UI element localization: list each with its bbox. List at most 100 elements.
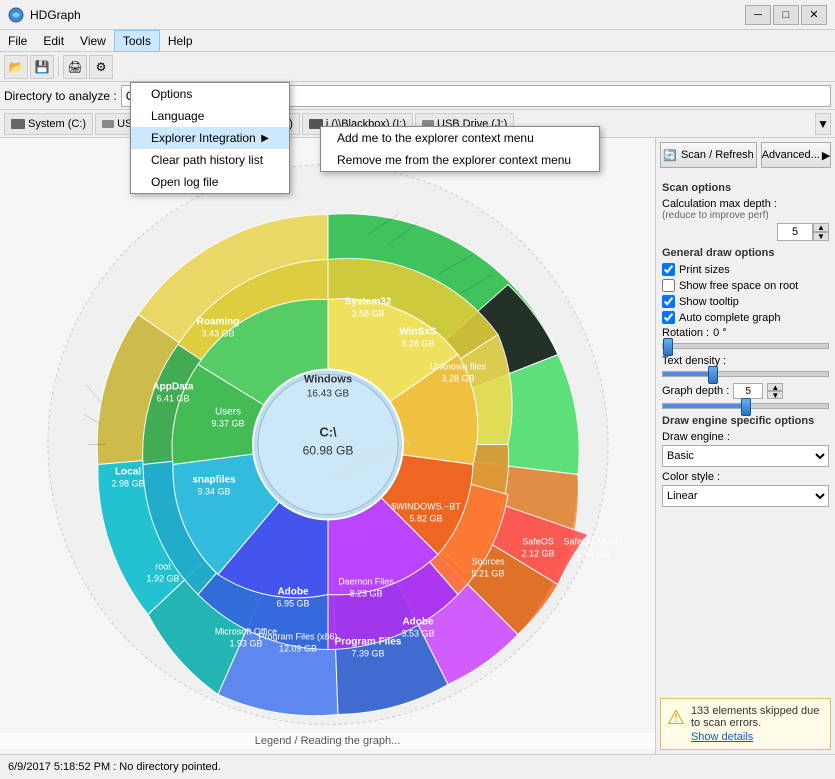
tooltip-checkbox[interactable]: [662, 295, 675, 308]
svg-text:9.34 GB: 9.34 GB: [197, 487, 230, 497]
svg-text:2.12 GB: 2.12 GB: [521, 549, 554, 559]
rotation-label: Rotation : 0 °: [662, 327, 829, 339]
svg-text:6.28 GB: 6.28 GB: [401, 339, 434, 349]
draw-engine-section-title: Draw engine specific options: [662, 415, 829, 427]
minimize-button[interactable]: ─: [745, 5, 771, 25]
svg-text:root: root: [155, 562, 171, 572]
svg-text:8.23 GB: 8.23 GB: [349, 589, 382, 599]
svg-text:3.58 GB: 3.58 GB: [351, 309, 384, 319]
advanced-arrow-icon: ▶: [822, 149, 830, 162]
warning-text: 133 elements skipped due to scan errors.: [691, 705, 824, 729]
warning-box: ⚠ 133 elements skipped due to scan error…: [660, 698, 831, 750]
svg-text:Roaming: Roaming: [196, 317, 239, 328]
svg-text:Local: Local: [114, 467, 140, 478]
rotation-value: 0 °: [713, 327, 727, 339]
advanced-button[interactable]: Advanced... ▶: [761, 142, 831, 168]
tools-menu: Options Language Explorer Integration ▶ …: [130, 82, 290, 194]
graph-depth-down[interactable]: ▼: [767, 391, 783, 399]
add-to-context-menu[interactable]: Add me to the explorer context menu: [321, 127, 599, 149]
sunburst-svg: C:\ 60.98 GB System32 3.58 GB WinSxS 6.2…: [18, 155, 638, 735]
draw-options-title: General draw options: [662, 247, 829, 259]
free-space-checkbox[interactable]: [662, 279, 675, 292]
print-button[interactable]: 🖨: [63, 55, 87, 79]
menu-tools[interactable]: Tools: [114, 30, 160, 52]
svg-text:7.39 GB: 7.39 GB: [351, 649, 384, 659]
menu-options[interactable]: Options: [131, 83, 289, 105]
svg-text:AppData: AppData: [152, 382, 194, 393]
svg-text:5.82 GB: 5.82 GB: [409, 514, 442, 524]
text-density-thumb[interactable]: [708, 366, 718, 384]
explorer-submenu: Add me to the explorer context menu Remo…: [320, 126, 600, 172]
print-sizes-label: Print sizes: [679, 264, 730, 276]
tooltip-label: Show tooltip: [679, 296, 739, 308]
svg-text:3.28 GB: 3.28 GB: [441, 374, 474, 384]
settings-button[interactable]: ⚙: [89, 55, 113, 79]
svg-text:2.98 GB: 2.98 GB: [111, 479, 144, 489]
color-style-row: Color style : Linear Gradient Pastel: [662, 471, 829, 507]
svg-text:Users: Users: [214, 407, 240, 418]
scan-options-title: Scan options: [662, 182, 829, 194]
main-area: C:\ 60.98 GB System32 3.58 GB WinSxS 6.2…: [0, 138, 835, 754]
menu-file[interactable]: File: [0, 30, 35, 52]
svg-text:SafeOS.Mount: SafeOS.Mount: [563, 537, 623, 547]
drivesbar-scroll-right[interactable]: ▼: [815, 113, 831, 135]
menu-help[interactable]: Help: [160, 30, 201, 52]
svg-text:C:\: C:\: [319, 425, 337, 440]
graph-depth-slider-row: Graph depth : ▲ ▼: [662, 383, 829, 409]
menu-open-log[interactable]: Open log file: [131, 171, 289, 193]
maximize-button[interactable]: □: [773, 5, 799, 25]
calc-depth-input[interactable]: [777, 223, 813, 241]
rotation-track: [662, 343, 829, 349]
svg-text:Windows: Windows: [303, 374, 351, 386]
remove-from-context-menu[interactable]: Remove me from the explorer context menu: [321, 149, 599, 171]
status-text: 6/9/2017 5:18:52 PM : No directory point…: [8, 761, 221, 773]
menu-edit[interactable]: Edit: [35, 30, 72, 52]
calc-depth-row: Calculation max depth : (reduce to impro…: [662, 198, 829, 221]
save-button[interactable]: 💾: [30, 55, 54, 79]
color-style-label: Color style :: [662, 471, 829, 483]
svg-text:Adobe: Adobe: [277, 587, 309, 598]
svg-text:Unknown files: Unknown files: [429, 362, 486, 372]
scan-refresh-button[interactable]: 🔄 Scan / Refresh: [660, 142, 757, 168]
rotation-thumb[interactable]: [663, 338, 673, 356]
scan-btn-area: 🔄 Scan / Refresh Advanced... ▶: [656, 138, 835, 172]
calc-depth-spinner-btns: ▲ ▼: [813, 223, 829, 241]
rotation-slider-row: Rotation : 0 °: [662, 327, 829, 349]
autocomplete-checkbox[interactable]: [662, 311, 675, 324]
svg-text:SafeOS: SafeOS: [522, 537, 554, 547]
menu-language[interactable]: Language: [131, 105, 289, 127]
menu-explorer-integration[interactable]: Explorer Integration ▶: [131, 127, 289, 149]
close-button[interactable]: ✕: [801, 5, 827, 25]
calc-depth-up[interactable]: ▲: [813, 223, 829, 232]
svg-text:Program Files: Program Files: [334, 637, 401, 648]
checkbox-autocomplete: Auto complete graph: [662, 311, 829, 324]
checkbox-free-space: Show free space on root: [662, 279, 829, 292]
calc-depth-down[interactable]: ▼: [813, 232, 829, 241]
draw-engine-select[interactable]: Basic Advanced: [662, 445, 829, 467]
text-density-track: [662, 371, 829, 377]
menu-clear-path[interactable]: Clear path history list: [131, 149, 289, 171]
graph-depth-thumb[interactable]: [741, 398, 751, 416]
svg-text:5.21 GB: 5.21 GB: [471, 569, 504, 579]
text-density-label: Text density :: [662, 355, 829, 367]
calc-depth-label: Calculation max depth : (reduce to impro…: [662, 198, 777, 221]
text-density-slider-row: Text density :: [662, 355, 829, 377]
explorer-arrow-icon: ▶: [261, 133, 269, 144]
color-style-select[interactable]: Linear Gradient Pastel: [662, 485, 829, 507]
graph-area: C:\ 60.98 GB System32 3.58 GB WinSxS 6.2…: [0, 138, 655, 754]
statusbar: 6/9/2017 5:18:52 PM : No directory point…: [0, 754, 835, 779]
svg-text:9.37 GB: 9.37 GB: [211, 419, 244, 429]
drive-c[interactable]: System (C:): [4, 113, 93, 135]
toolbar: 📂 💾 🖨 ⚙: [0, 52, 835, 82]
menu-view[interactable]: View: [72, 30, 114, 52]
show-details-link[interactable]: Show details: [691, 731, 753, 743]
draw-engine-label: Draw engine :: [662, 431, 829, 443]
open-button[interactable]: 📂: [4, 55, 28, 79]
explorer-integration-label: Explorer Integration: [151, 131, 256, 145]
warning-content: 133 elements skipped due to scan errors.…: [691, 705, 824, 743]
free-space-label: Show free space on root: [679, 280, 798, 292]
print-sizes-checkbox[interactable]: [662, 263, 675, 276]
checkbox-tooltip: Show tooltip: [662, 295, 829, 308]
options-label: Options: [151, 87, 192, 101]
graph-depth-input[interactable]: [733, 383, 763, 399]
